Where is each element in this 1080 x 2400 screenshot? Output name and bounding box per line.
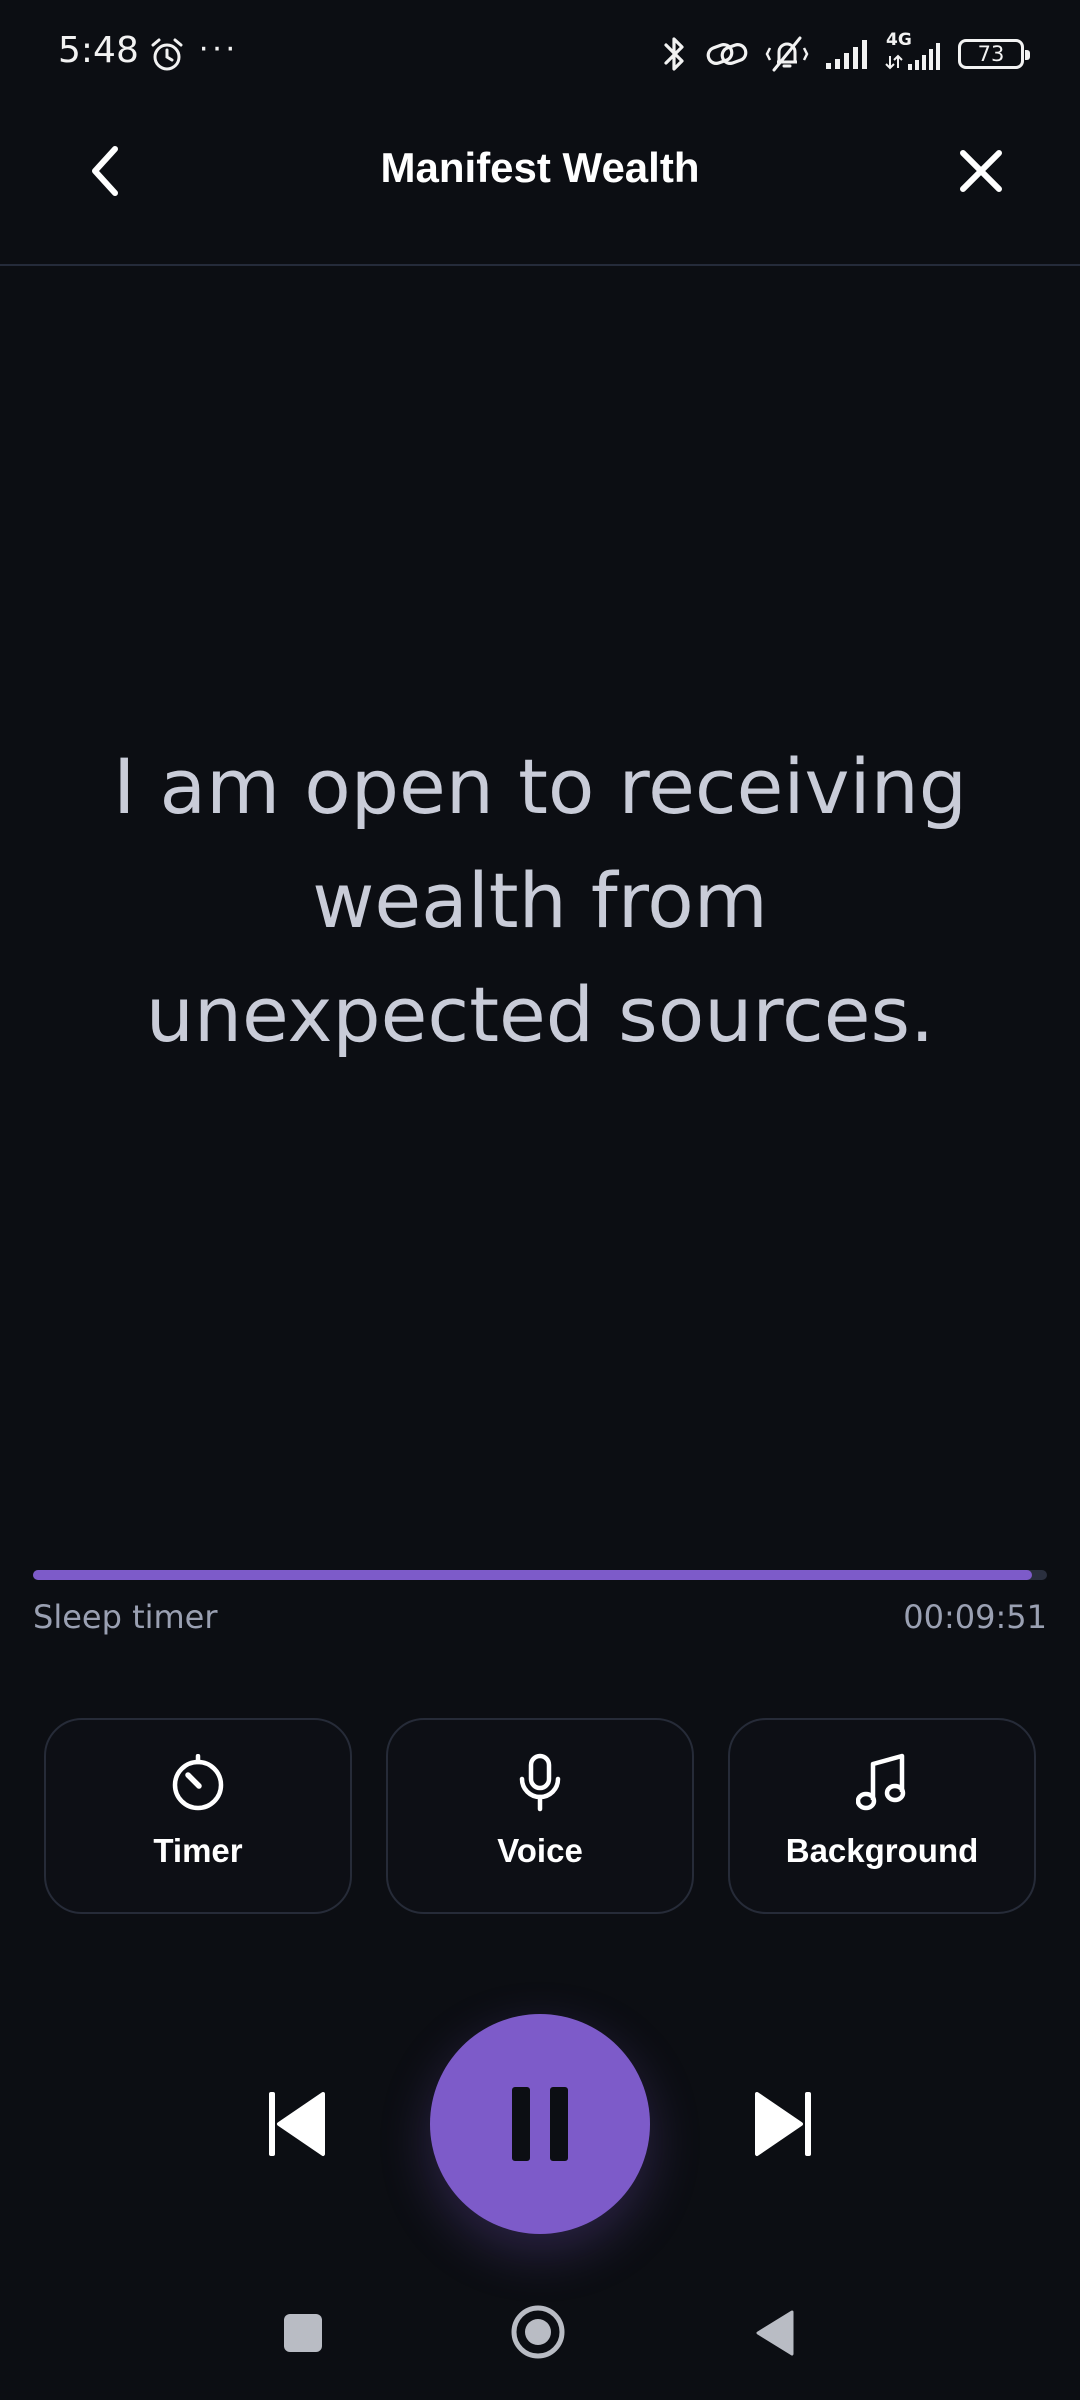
affirmation-text: I am open to receiving wealth from unexp…	[112, 742, 968, 1059]
battery-icon: 73	[958, 39, 1030, 69]
more-notifications-indicator: ···	[198, 28, 238, 66]
skip-next-icon	[755, 2092, 811, 2156]
header: Manifest Wealth	[0, 108, 1080, 266]
sleep-timer-progress-bar[interactable]	[33, 1570, 1047, 1580]
timer-label: Timer	[153, 1832, 243, 1869]
signal-icon	[826, 40, 867, 69]
back-button[interactable]	[72, 138, 138, 204]
system-navigation-bar	[0, 2290, 1080, 2380]
vibrate-off-icon	[765, 36, 809, 72]
signal-4g-icon: 4G	[884, 30, 944, 74]
close-button[interactable]	[948, 138, 1014, 204]
skip-previous-icon	[269, 2092, 325, 2156]
status-icons: 4G 73	[660, 30, 1030, 76]
voice-button[interactable]: Voice	[386, 1718, 694, 1914]
previous-button[interactable]	[266, 2088, 328, 2160]
status-time: 5:48	[58, 30, 139, 71]
play-pause-button[interactable]	[430, 2014, 650, 2234]
battery-level: 73	[977, 41, 1005, 66]
status-bar: 5:48 ··· 4G 73	[0, 0, 1080, 108]
link-icon	[706, 43, 748, 65]
home-button[interactable]	[510, 2304, 566, 2360]
bluetooth-icon	[664, 37, 684, 71]
options-row: Timer Voice Background	[44, 1718, 1036, 1914]
voice-label: Voice	[497, 1832, 583, 1869]
time-remaining: 00:09:51	[903, 1598, 1047, 1636]
timer-button[interactable]: Timer	[44, 1718, 352, 1914]
sleep-timer-label: Sleep timer	[33, 1598, 218, 1636]
music-note-icon	[856, 1753, 906, 1811]
system-back-button[interactable]	[754, 2310, 794, 2356]
microphone-icon	[519, 1753, 561, 1812]
timer-icon	[172, 1754, 224, 1811]
progress-fill	[33, 1570, 1032, 1580]
pause-icon	[502, 2087, 578, 2161]
alarm-icon	[151, 38, 183, 71]
recents-button[interactable]	[284, 2314, 322, 2352]
next-button[interactable]	[752, 2088, 814, 2160]
page-title: Manifest Wealth	[380, 144, 700, 191]
background-button[interactable]: Background	[728, 1718, 1036, 1914]
close-icon	[960, 150, 1002, 192]
background-label: Background	[785, 1832, 979, 1869]
chevron-left-icon	[92, 146, 118, 196]
